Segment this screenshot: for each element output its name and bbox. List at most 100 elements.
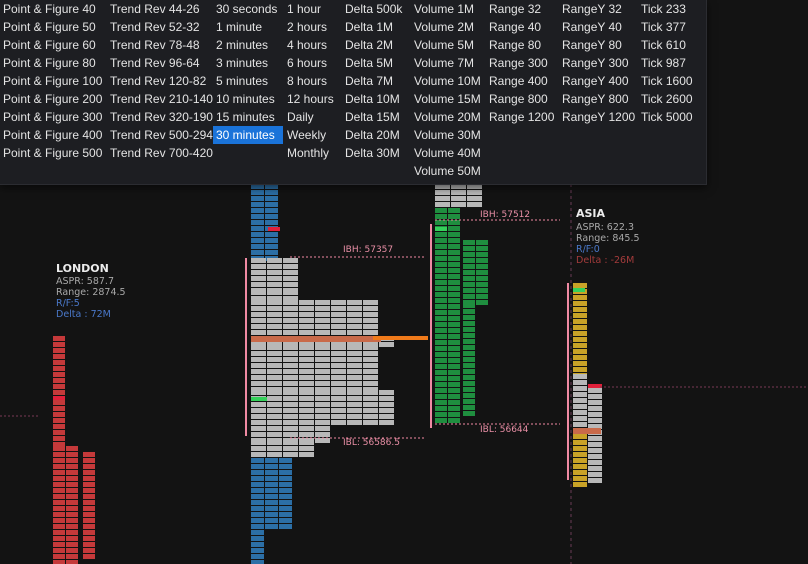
- menu-item-30-seconds[interactable]: 30 seconds: [213, 0, 283, 18]
- menu-item-1-minute[interactable]: 1 minute: [213, 18, 283, 36]
- menu-item-volume-2m[interactable]: Volume 2M: [411, 18, 483, 36]
- menu-item-trend-rev-52-32[interactable]: Trend Rev 52-32: [107, 18, 207, 36]
- menu-item-tick-233[interactable]: Tick 233: [638, 0, 698, 18]
- menu-item-2-hours[interactable]: 2 hours: [284, 18, 339, 36]
- menu-item-trend-rev-700-420[interactable]: Trend Rev 700-420: [107, 144, 213, 162]
- menu-item-point-figure-50[interactable]: Point & Figure 50: [0, 18, 104, 36]
- menu-item-range-80[interactable]: Range 80: [486, 36, 556, 54]
- menu-item-tick-610[interactable]: Tick 610: [638, 36, 698, 54]
- london-profile-block: [66, 512, 78, 517]
- main-profile-block: [251, 345, 266, 350]
- menu-item-rangey-80[interactable]: RangeY 80: [559, 36, 634, 54]
- menu-item-volume-50m[interactable]: Volume 50M: [411, 162, 483, 180]
- menu-item-tick-377[interactable]: Tick 377: [638, 18, 698, 36]
- menu-item-6-hours[interactable]: 6 hours: [284, 54, 339, 72]
- menu-item-2-minutes[interactable]: 2 minutes: [213, 36, 283, 54]
- menu-item-range-1200[interactable]: Range 1200: [486, 108, 556, 126]
- london-profile-block: [53, 418, 65, 423]
- menu-item-volume-20m[interactable]: Volume 20M: [411, 108, 483, 126]
- main-profile-block: [363, 420, 378, 425]
- menu-item-trend-rev-320-190[interactable]: Trend Rev 320-190: [107, 108, 213, 126]
- ny-profile-block: [279, 488, 292, 493]
- menu-item-delta-15m[interactable]: Delta 15M: [342, 108, 410, 126]
- menu-item-delta-5m[interactable]: Delta 5M: [342, 54, 410, 72]
- menu-item-volume-1m[interactable]: Volume 1M: [411, 0, 483, 18]
- ny-profile-block: [279, 524, 292, 529]
- menu-item-point-figure-200[interactable]: Point & Figure 200: [0, 90, 104, 108]
- menu-item-point-figure-100[interactable]: Point & Figure 100: [0, 72, 104, 90]
- menu-item-delta-20m[interactable]: Delta 20M: [342, 126, 410, 144]
- menu-item-delta-10m[interactable]: Delta 10M: [342, 90, 410, 108]
- asia-profile-block: [573, 307, 587, 312]
- main-profile-block: [283, 369, 298, 374]
- menu-item-rangey-400[interactable]: RangeY 400: [559, 72, 634, 90]
- menu-item-trend-rev-210-140[interactable]: Trend Rev 210-140: [107, 90, 213, 108]
- main-profile-block: [315, 396, 330, 401]
- menu-item-rangey-300[interactable]: RangeY 300: [559, 54, 634, 72]
- green-profile-block: [448, 262, 460, 267]
- menu-item-volume-15m[interactable]: Volume 15M: [411, 90, 483, 108]
- menu-item-point-figure-500[interactable]: Point & Figure 500: [0, 144, 104, 162]
- menu-item-trend-rev-500-294[interactable]: Trend Rev 500-294: [107, 126, 213, 144]
- menu-item-delta-2m[interactable]: Delta 2M: [342, 36, 410, 54]
- menu-item-volume-30m[interactable]: Volume 30M: [411, 126, 483, 144]
- menu-item-30-minutes[interactable]: 30 minutes: [213, 126, 283, 144]
- ny-profile-block: [251, 548, 264, 553]
- menu-item-daily[interactable]: Daily: [284, 108, 339, 126]
- menu-item-point-figure-40[interactable]: Point & Figure 40: [0, 0, 104, 18]
- menu-item-1-hour[interactable]: 1 hour: [284, 0, 339, 18]
- menu-item-12-hours[interactable]: 12 hours: [284, 90, 339, 108]
- menu-item-delta-1m[interactable]: Delta 1M: [342, 18, 410, 36]
- menu-item-5-minutes[interactable]: 5 minutes: [213, 72, 283, 90]
- menu-item-tick-987[interactable]: Tick 987: [638, 54, 698, 72]
- menu-item-range-800[interactable]: Range 800: [486, 90, 556, 108]
- main-profile-block: [267, 270, 282, 275]
- menu-item-trend-rev-78-48[interactable]: Trend Rev 78-48: [107, 36, 207, 54]
- menu-item-10-minutes[interactable]: 10 minutes: [213, 90, 283, 108]
- menu-item-delta-7m[interactable]: Delta 7M: [342, 72, 410, 90]
- london-profile-block: [53, 436, 65, 441]
- menu-item-tick-1600[interactable]: Tick 1600: [638, 72, 698, 90]
- main-profile-block: [267, 420, 282, 425]
- menu-item-rangey-800[interactable]: RangeY 800: [559, 90, 634, 108]
- london-profile-block: [66, 494, 78, 499]
- menu-item-rangey-32[interactable]: RangeY 32: [559, 0, 634, 18]
- green-profile-block: [463, 411, 475, 416]
- green-profile-block: [476, 252, 488, 257]
- menu-item-rangey-40[interactable]: RangeY 40: [559, 18, 634, 36]
- menu-item-point-figure-80[interactable]: Point & Figure 80: [0, 54, 104, 72]
- menu-item-range-32[interactable]: Range 32: [486, 0, 556, 18]
- asia-profile-block: [573, 386, 587, 391]
- menu-item-monthly[interactable]: Monthly: [284, 144, 339, 162]
- menu-item-volume-5m[interactable]: Volume 5M: [411, 36, 483, 54]
- menu-item-trend-rev-44-26[interactable]: Trend Rev 44-26: [107, 0, 207, 18]
- menu-item-3-minutes[interactable]: 3 minutes: [213, 54, 283, 72]
- menu-item-15-minutes[interactable]: 15 minutes: [213, 108, 283, 126]
- main-profile-block: [267, 324, 282, 329]
- menu-item-point-figure-60[interactable]: Point & Figure 60: [0, 36, 104, 54]
- menu-item-4-hours[interactable]: 4 hours: [284, 36, 339, 54]
- menu-item-tick-5000[interactable]: Tick 5000: [638, 108, 698, 126]
- menu-item-point-figure-300[interactable]: Point & Figure 300: [0, 108, 104, 126]
- main-profile-block: [331, 402, 346, 407]
- menu-item-trend-rev-120-82[interactable]: Trend Rev 120-82: [107, 72, 207, 90]
- menu-item-volume-7m[interactable]: Volume 7M: [411, 54, 483, 72]
- green-profile-block: [448, 268, 460, 273]
- green-profile-block: [476, 294, 488, 299]
- menu-item-volume-10m[interactable]: Volume 10M: [411, 72, 483, 90]
- green-session-top: [435, 202, 450, 207]
- menu-item-delta-30m[interactable]: Delta 30M: [342, 144, 410, 162]
- menu-item-range-40[interactable]: Range 40: [486, 18, 556, 36]
- menu-item-range-300[interactable]: Range 300: [486, 54, 556, 72]
- main-profile-block: [299, 402, 314, 407]
- menu-item-tick-2600[interactable]: Tick 2600: [638, 90, 698, 108]
- menu-item-range-400[interactable]: Range 400: [486, 72, 556, 90]
- menu-item-8-hours[interactable]: 8 hours: [284, 72, 339, 90]
- menu-item-point-figure-400[interactable]: Point & Figure 400: [0, 126, 104, 144]
- menu-item-volume-40m[interactable]: Volume 40M: [411, 144, 483, 162]
- green-profile-block: [448, 370, 460, 375]
- menu-item-rangey-1200[interactable]: RangeY 1200: [559, 108, 635, 126]
- menu-item-delta-500k[interactable]: Delta 500k: [342, 0, 410, 18]
- menu-item-trend-rev-96-64[interactable]: Trend Rev 96-64: [107, 54, 207, 72]
- menu-item-weekly[interactable]: Weekly: [284, 126, 339, 144]
